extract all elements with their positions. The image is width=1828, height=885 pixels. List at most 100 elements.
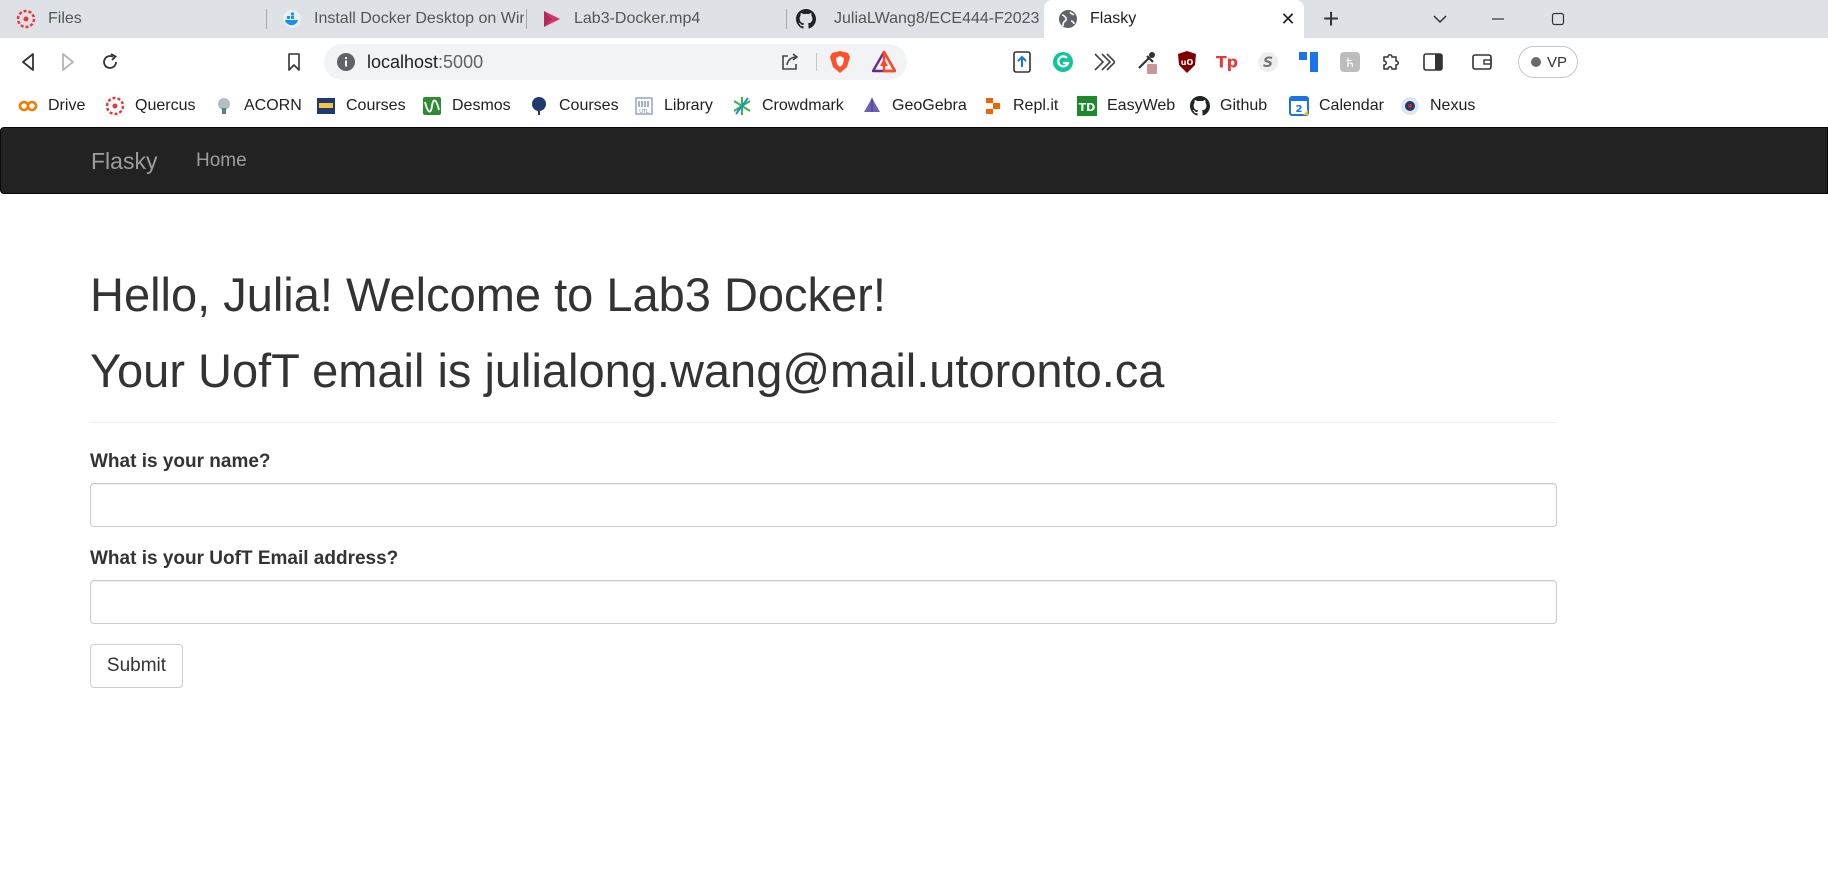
ublock-origin-icon: uO — [1178, 51, 1196, 73]
tab-label: Lab3-Docker.mp4 — [574, 10, 701, 27]
brave-rewards-icon[interactable] — [872, 50, 896, 74]
geogebra-icon — [864, 98, 880, 112]
tab-label: Flasky — [1090, 10, 1137, 27]
tab-strip: Files Install Docker Desktop on Wind Lab… — [0, 0, 1828, 38]
canvas-quercus-icon — [16, 9, 36, 29]
minimize-window-button[interactable] — [1485, 6, 1511, 32]
bookmark-desmos[interactable]: Desmos — [422, 94, 511, 118]
extension-upload[interactable] — [1010, 50, 1034, 74]
extension-ublock[interactable]: uO — [1175, 50, 1199, 74]
greeting-heading: Hello, Julia! Welcome to Lab3 Docker! — [90, 268, 886, 321]
bookmark-replit[interactable]: Repl.it — [983, 94, 1058, 118]
close-tab-icon[interactable]: ✕ — [1278, 9, 1298, 29]
bookmark-label: Library — [664, 97, 713, 114]
tab-separator — [786, 9, 787, 29]
svg-text:Tp: Tp — [1216, 53, 1238, 72]
tab-install-docker[interactable]: Install Docker Desktop on Wind — [268, 0, 524, 38]
bookmark-label: Nexus — [1430, 97, 1476, 114]
back-button[interactable] — [14, 48, 42, 76]
bookmarks-bar: Drive Quercus ACORN Courses Desmos Cours… — [0, 86, 1828, 126]
bookmark-geogebra[interactable]: GeoGebra — [862, 94, 967, 118]
browser-toolbar: localhost:5000 uO Tp S ћ VP — [0, 38, 1828, 86]
minimize-icon — [1492, 18, 1504, 20]
chevron-down-icon — [1433, 15, 1447, 24]
url-text[interactable]: localhost:5000 — [367, 52, 483, 73]
tab-lab3-video[interactable]: Lab3-Docker.mp4 — [528, 0, 784, 38]
tab-files[interactable]: Files — [2, 0, 264, 38]
github-icon — [796, 9, 816, 29]
bookmark-icon — [288, 53, 300, 71]
svg-text:uO: uO — [1181, 58, 1194, 67]
submit-button[interactable]: Submit — [90, 644, 183, 688]
extension-grammarly[interactable] — [1051, 50, 1075, 74]
tab-search-button[interactable] — [1427, 6, 1453, 32]
bookmark-label: Courses — [559, 97, 619, 114]
forward-button[interactable] — [54, 48, 82, 76]
upload-extension-icon — [1013, 51, 1031, 73]
bookmark-label: Drive — [48, 97, 86, 114]
desmos-icon — [423, 97, 441, 115]
name-input[interactable] — [90, 483, 1557, 527]
wallet-button[interactable] — [1470, 50, 1494, 74]
double-chevron-icon — [1094, 53, 1115, 71]
td-icon: TD — [1077, 96, 1097, 116]
globe-icon — [1059, 10, 1077, 28]
plus-icon: + — [1322, 3, 1340, 34]
svg-text:TD: TD — [1079, 101, 1096, 114]
library-icon: UTL — [635, 97, 653, 115]
extensions-menu-button[interactable] — [1379, 50, 1403, 74]
bookmark-crowdmark[interactable]: Crowdmark — [732, 94, 844, 118]
bookmark-easyweb[interactable]: TD EasyWeb — [1077, 94, 1175, 118]
share-icon[interactable] — [779, 51, 801, 73]
info-icon[interactable] — [336, 52, 356, 72]
reload-button[interactable] — [96, 48, 124, 76]
back-arrow-icon — [22, 53, 34, 71]
extension-grey[interactable]: ћ — [1338, 50, 1362, 74]
address-bar[interactable]: localhost:5000 — [324, 44, 907, 80]
email-input[interactable] — [90, 580, 1557, 624]
bookmark-github[interactable]: Github — [1190, 94, 1267, 118]
bookmark-acorn[interactable]: ACORN — [214, 94, 302, 118]
tab-separator — [266, 9, 267, 29]
nav-home-link[interactable]: Home — [196, 150, 247, 172]
reload-icon — [103, 53, 117, 69]
bookmark-courses[interactable]: Courses — [316, 94, 406, 118]
tab-flasky[interactable]: Flasky ✕ — [1044, 0, 1304, 38]
extension-blue-squares[interactable] — [1297, 50, 1321, 74]
play-video-icon — [544, 11, 560, 27]
extension-eyedropper[interactable] — [1135, 50, 1159, 74]
bookmark-label: Repl.it — [1013, 97, 1059, 114]
bookmark-nexus[interactable]: Nexus — [1400, 94, 1475, 118]
extension-forward[interactable] — [1092, 50, 1116, 74]
page-header: Hello, Julia! Welcome to Lab3 Docker! Yo… — [90, 262, 1557, 404]
bookmark-label: Desmos — [452, 97, 511, 114]
new-tab-button[interactable]: + — [1318, 3, 1344, 34]
replit-icon — [986, 98, 1000, 114]
crowdmark-icon — [733, 97, 751, 115]
github-icon — [1190, 96, 1210, 116]
navbar-brand[interactable]: Flasky — [91, 148, 157, 175]
courses-icon — [317, 98, 335, 114]
tab-label: Files — [48, 10, 82, 27]
blue-squares-icon — [1299, 52, 1318, 72]
bookmark-label: Github — [1220, 97, 1268, 114]
brave-shields-icon[interactable] — [829, 50, 851, 74]
vpn-button[interactable]: VP — [1518, 46, 1578, 78]
extension-s[interactable]: S — [1256, 50, 1280, 74]
tp-icon: Tp — [1216, 53, 1238, 72]
tab-label: JuliaLWang8/ECE444-F2023-Lal — [834, 10, 1040, 27]
bookmark-courses-2[interactable]: Courses — [529, 94, 619, 118]
bookmark-page-button[interactable] — [280, 48, 308, 76]
bookmark-quercus[interactable]: Quercus — [105, 94, 195, 118]
bookmark-drive[interactable]: Drive — [18, 94, 85, 118]
bookmark-library[interactable]: UTL Library — [634, 94, 713, 118]
site-navbar: Flasky Home — [0, 127, 1828, 194]
extension-tp[interactable]: Tp — [1215, 50, 1239, 74]
bookmark-label: Crowdmark — [762, 97, 844, 114]
bookmark-calendar[interactable]: 2 Calendar — [1289, 94, 1384, 118]
maximize-window-button[interactable] — [1545, 6, 1571, 32]
sidebar-toggle-button[interactable] — [1421, 50, 1445, 74]
nexus-icon — [1401, 97, 1419, 115]
tab-github-repo[interactable]: JuliaLWang8/ECE444-F2023-Lal — [788, 0, 1040, 38]
maximize-icon — [1551, 12, 1565, 26]
